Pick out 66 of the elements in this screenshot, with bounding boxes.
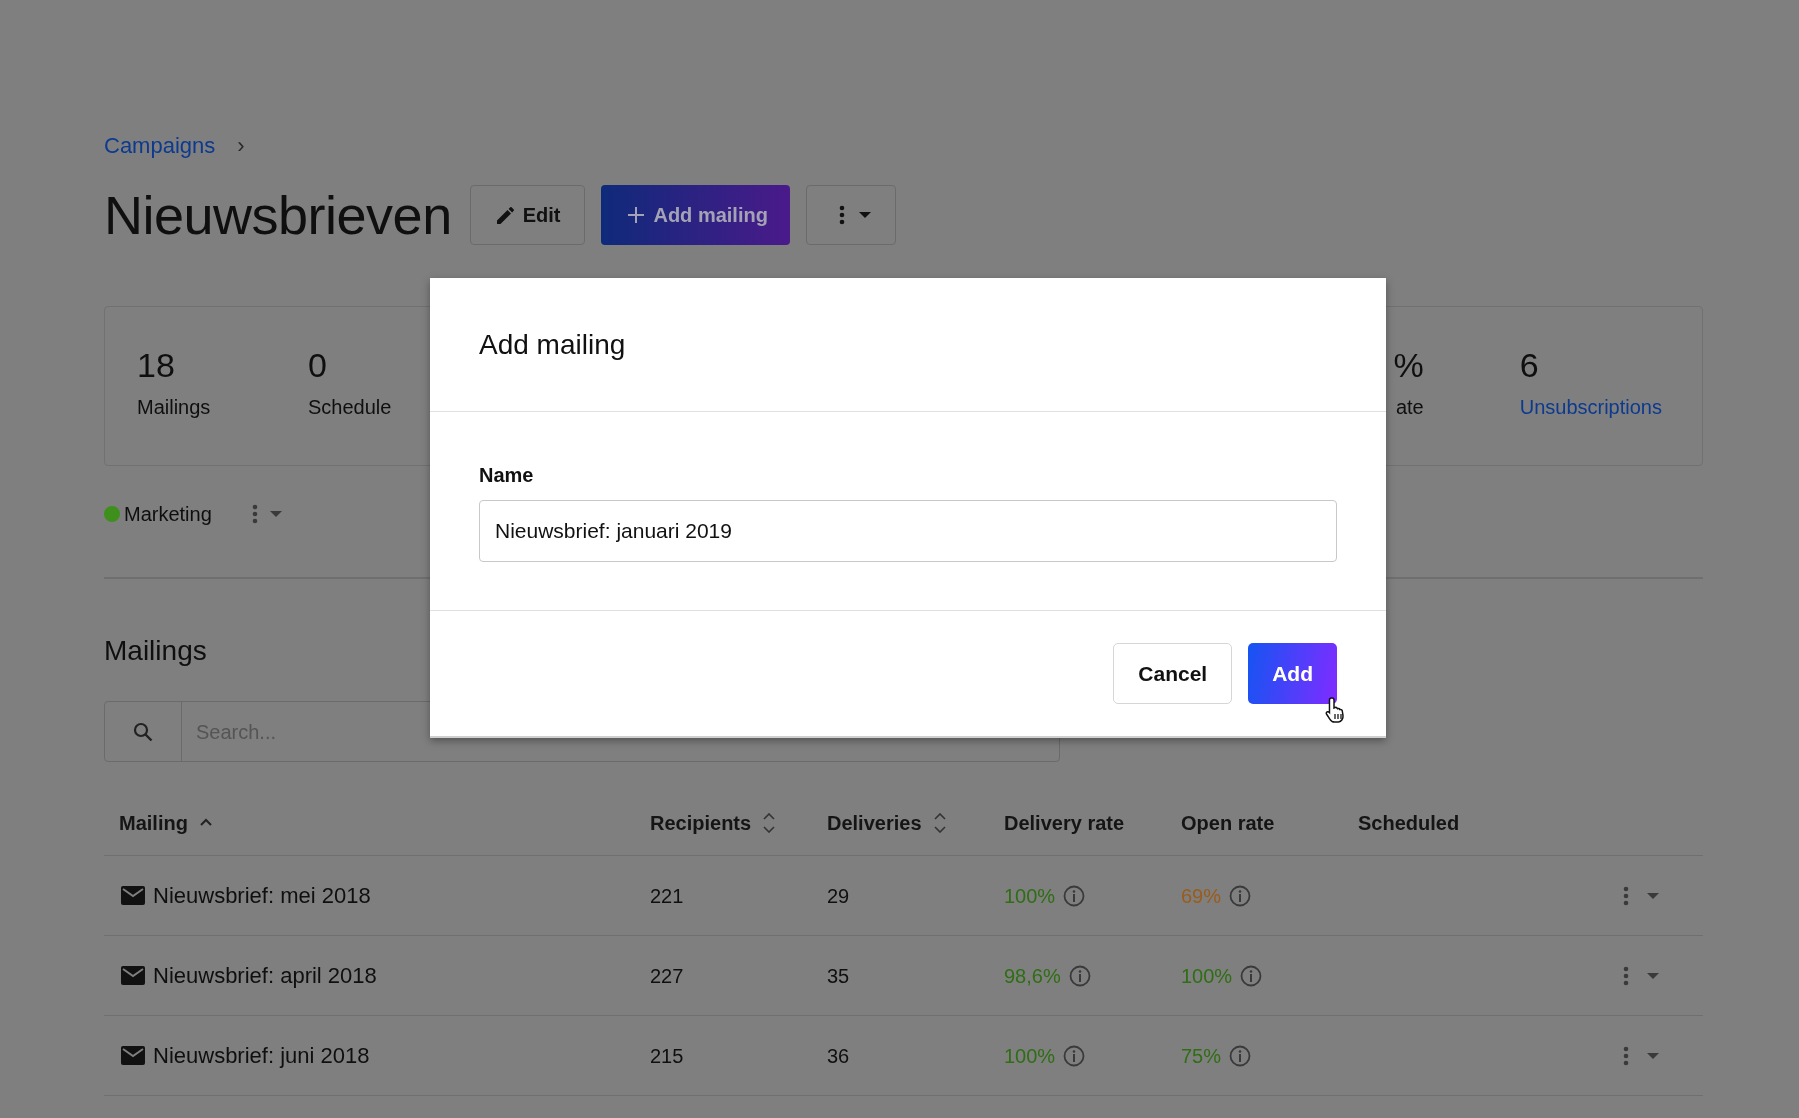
mailing-name[interactable]: Nieuwsbrief: mei 2018 bbox=[153, 879, 371, 912]
kebab-menu-icon[interactable] bbox=[1623, 885, 1629, 906]
tag-label: Marketing bbox=[124, 502, 212, 527]
info-icon[interactable] bbox=[1063, 884, 1086, 907]
info-icon[interactable] bbox=[1229, 1044, 1252, 1067]
kebab-menu-icon[interactable] bbox=[251, 504, 258, 524]
table-cell-text: 221 bbox=[650, 883, 685, 909]
rate-value: 98,6% bbox=[1004, 963, 1061, 989]
table-cell-text: 227 bbox=[650, 963, 685, 989]
rate-value: 100% bbox=[1004, 883, 1056, 909]
sort-icon[interactable] bbox=[933, 812, 946, 833]
rate-value: 75% bbox=[1181, 1043, 1222, 1069]
table-cell-text: 36 bbox=[827, 1043, 851, 1069]
caret-icon[interactable] bbox=[1647, 1052, 1659, 1059]
info-icon[interactable] bbox=[1229, 884, 1252, 907]
stat-link[interactable]: Unsubscriptions bbox=[1519, 395, 1662, 419]
page-title: Nieuwsbrieven bbox=[104, 185, 452, 245]
rate-value: 100% bbox=[1004, 1043, 1056, 1069]
column-header: Delivery rate bbox=[1004, 810, 1125, 836]
hand-cursor-icon bbox=[1323, 696, 1345, 726]
breadcrumb-link[interactable]: Campaigns bbox=[104, 128, 216, 162]
info-icon[interactable] bbox=[1240, 964, 1263, 987]
kebab-menu-icon[interactable] bbox=[1623, 965, 1629, 986]
stat-label: Mailings bbox=[137, 395, 212, 419]
add-mailing-button[interactable]: Add mailing bbox=[601, 185, 790, 245]
rate-value: 69% bbox=[1181, 883, 1222, 909]
pencil-icon bbox=[494, 205, 515, 225]
kebab-menu-icon[interactable] bbox=[1623, 1045, 1629, 1066]
table-cell-text: 215 bbox=[650, 1043, 685, 1069]
column-header: Open rate bbox=[1181, 810, 1275, 836]
stat-value: 0 bbox=[308, 345, 328, 385]
caret-icon[interactable] bbox=[1647, 892, 1659, 899]
sort-icon[interactable] bbox=[763, 812, 776, 833]
table-cell-text: 29 bbox=[827, 883, 851, 909]
stat-value: 18 bbox=[137, 345, 176, 385]
info-icon[interactable] bbox=[1068, 964, 1091, 987]
envelope-icon bbox=[121, 886, 145, 905]
search-icon bbox=[133, 721, 153, 742]
column-header[interactable]: Recipients bbox=[650, 807, 752, 838]
caret-icon[interactable] bbox=[1647, 972, 1659, 979]
kebab-menu-icon[interactable] bbox=[838, 205, 845, 225]
stat-value: % bbox=[1393, 345, 1424, 385]
caret-icon[interactable] bbox=[858, 212, 871, 218]
stat-label: Schedule bbox=[308, 395, 392, 419]
column-header: Scheduled bbox=[1358, 810, 1460, 836]
mailing-name[interactable]: Nieuwsbrief: april 2018 bbox=[153, 959, 377, 992]
cancel-button[interactable]: Cancel bbox=[1113, 643, 1233, 704]
caret-icon[interactable] bbox=[269, 511, 282, 517]
rate-value: 100% bbox=[1181, 963, 1233, 989]
column-header[interactable]: Mailing bbox=[119, 807, 188, 838]
envelope-icon bbox=[121, 1046, 145, 1065]
edit-button[interactable]: Edit bbox=[469, 185, 586, 245]
modal-title: Add mailing bbox=[479, 327, 626, 362]
breadcrumb-separator: › bbox=[237, 131, 245, 160]
table-cell-text: 35 bbox=[827, 963, 851, 989]
mailing-name[interactable]: Nieuwsbrief: juni 2018 bbox=[153, 1039, 370, 1072]
stat-value: 6 bbox=[1519, 345, 1540, 385]
chevron-up-icon[interactable] bbox=[199, 818, 212, 827]
column-header[interactable]: Deliveries bbox=[827, 807, 922, 838]
plus-icon bbox=[627, 206, 646, 224]
stat-label: ate bbox=[1395, 395, 1424, 419]
envelope-icon bbox=[121, 966, 145, 985]
field-label: Name bbox=[479, 463, 535, 488]
section-title: Mailings bbox=[104, 634, 208, 668]
name-input-field[interactable]: Nieuwsbrief: januari 2019 bbox=[479, 500, 1337, 562]
info-icon[interactable] bbox=[1063, 1044, 1086, 1067]
